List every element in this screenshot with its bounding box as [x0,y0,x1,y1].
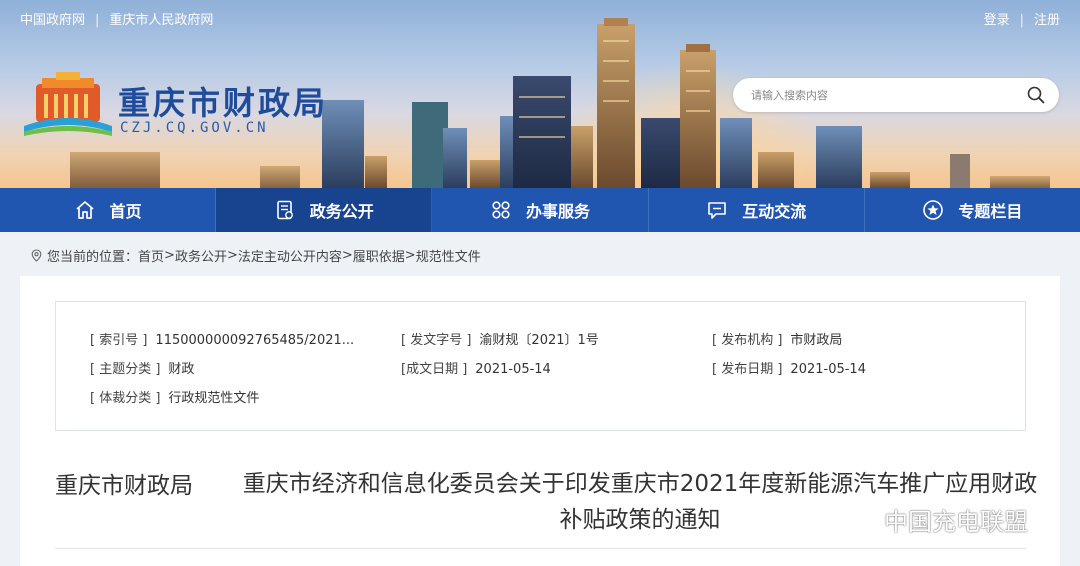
meta-value: 市财政局 [790,333,843,348]
nav-label: 政务公开 [309,202,374,221]
grid-icon [492,201,510,219]
meta-value: 2021-05-14 [475,362,551,377]
nav-label: 办事服务 [526,202,591,221]
search-box [733,78,1059,112]
document-metadata-table: [ 索引号 ] 115000000092765485/2021... [ 发文字号… [55,301,1026,431]
header-banner: 中国政府网 | 重庆市人民政府网 登录 | 注册 重庆市财政局 CZJ.CQ.GOV.C… [0,0,1080,188]
document-icon [276,200,293,220]
top-links: 中国政府网 | 重庆市人民政府网 [20,9,213,28]
meta-label: [ 发布日期 ] [712,362,783,377]
nav-label: 专题栏目 [958,202,1023,221]
breadcrumb-separator: > [226,248,238,263]
meta-written-date: [成文日期 ] 2021-05-14 [401,358,551,377]
search-input[interactable] [751,86,1011,104]
separator: | [95,13,100,28]
meta-value: 2021-05-14 [790,362,866,377]
meta-publisher: [ 发布机构 ] 市财政局 [712,329,842,348]
main-nav: 首页 政务公开 办事服务 互动交流 专题栏目 [0,188,1080,232]
document-org: 重庆市财政局 [55,473,193,499]
link-cq-gov[interactable]: 重庆市人民政府网 [109,13,213,28]
home-icon [76,201,94,219]
breadcrumb-item[interactable]: 政务公开 [175,246,227,265]
nav-special-topics[interactable]: 专题栏目 [865,188,1080,232]
register-link[interactable]: 注册 [1034,13,1060,28]
meta-value: 财政 [168,362,195,377]
meta-subject: [ 主题分类 ] 财政 [90,358,194,377]
meta-label: [成文日期 ] [401,362,468,377]
meta-label: [ 发布机构 ] [712,333,783,348]
meta-value: 行政规范性文件 [168,391,260,406]
nav-gov-affairs[interactable]: 政务公开 [216,188,433,232]
meta-label: [ 索引号 ] [90,333,148,348]
meta-index-no: [ 索引号 ] 115000000092765485/2021... [90,329,354,348]
breadcrumb-separator: > [404,248,416,263]
separator: | [1019,13,1024,28]
meta-value: 115000000092765485/2021... [155,333,355,348]
breadcrumb: 您当前的位置： 首页 > 政务公开 > 法定主动公开内容 > 履职依据 > 规范性文件 [30,246,481,265]
watermark-text: 中国充电联盟 [884,508,1028,536]
search-icon[interactable] [1027,86,1045,104]
meta-label: [ 发文字号 ] [401,333,472,348]
breadcrumb-item[interactable]: 规范性文件 [416,246,481,265]
meta-value: 渝财规〔2021〕1号 [479,333,599,348]
wechat-icon [840,506,875,532]
breadcrumb-item[interactable]: 首页 [138,246,164,265]
nav-home[interactable]: 首页 [0,188,217,232]
breadcrumb-item[interactable]: 履职依据 [353,246,405,265]
user-links: 登录 | 注册 [984,9,1060,28]
star-icon [923,200,944,220]
message-icon [708,202,727,219]
meta-genre: [ 体裁分类 ] 行政规范性文件 [90,387,259,406]
meta-label: [ 体裁分类 ] [90,391,161,406]
nav-label: 首页 [109,202,142,221]
nav-services[interactable]: 办事服务 [432,188,649,232]
link-gov-cn[interactable]: 中国政府网 [20,13,85,28]
site-domain: CZJ.CQ.GOV.CN [120,120,269,136]
meta-label: [ 主题分类 ] [90,362,161,377]
login-link[interactable]: 登录 [984,13,1010,28]
nav-label: 互动交流 [742,202,807,221]
nav-interaction[interactable]: 互动交流 [649,188,865,232]
meta-doc-no: [ 发文字号 ] 渝财规〔2021〕1号 [401,329,599,348]
finance-bureau-logo-icon[interactable] [22,70,114,138]
watermark: 中国充电联盟 [838,502,1028,537]
divider [55,548,1026,549]
site-title[interactable]: 重庆市财政局 [118,78,328,124]
location-pin-icon [31,249,42,262]
breadcrumb-item[interactable]: 法定主动公开内容 [238,246,342,265]
breadcrumb-separator: > [341,248,353,263]
breadcrumb-prefix: 您当前的位置： [47,250,139,265]
meta-publish-date: [ 发布日期 ] 2021-05-14 [712,358,866,377]
breadcrumb-separator: > [164,248,175,263]
